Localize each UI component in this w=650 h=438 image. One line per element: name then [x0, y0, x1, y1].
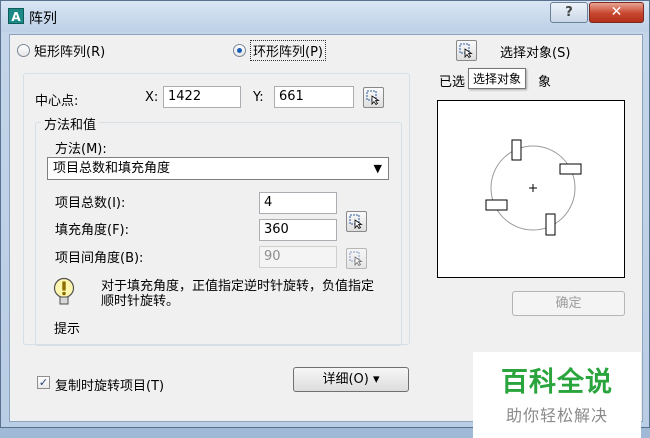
tip-label: 提示 — [54, 322, 81, 337]
select-objects-label: 选择对象(S) — [500, 46, 571, 61]
pick-fill-angle-button[interactable] — [346, 211, 367, 232]
pick-angle-icon — [349, 214, 363, 229]
fill-angle-input[interactable]: 360 — [259, 219, 337, 241]
pick-cursor-icon — [459, 43, 473, 58]
pick-center-point-button[interactable] — [363, 87, 384, 108]
selected-count-prefix: 已选 — [439, 75, 466, 90]
center-y-label: Y: — [253, 90, 264, 105]
close-button[interactable]: ✕ — [589, 2, 644, 23]
autocad-app-icon: A — [8, 8, 24, 24]
total-items-input[interactable]: 4 — [259, 192, 337, 214]
pick-angle-disabled-icon — [349, 251, 363, 266]
tip-text: 对于填充角度，正值指定逆时针旋转，负值指定顺时针旋转。 — [101, 279, 375, 309]
help-button[interactable]: ? — [550, 2, 588, 23]
array-dialog: A 阵列 ? ✕ 矩形阵列(R) 环形阵列(P) 选择对象(S) 已选 象 选择… — [0, 0, 650, 438]
rectangular-array-radio[interactable] — [17, 44, 30, 57]
watermark-sub-text: 助你轻松解决 — [505, 406, 608, 425]
center-x-label: X: — [145, 90, 159, 105]
method-values-group-title: 方法和值 — [41, 114, 100, 133]
total-items-label: 项目总数(I): — [55, 196, 126, 211]
details-button[interactable]: 详细(O) ▾ — [293, 367, 409, 392]
lightbulb-icon — [53, 277, 75, 305]
rotate-items-checkbox[interactable]: ✓ — [37, 376, 50, 389]
window-title: 阵列 — [29, 11, 57, 27]
rotate-items-label[interactable]: 复制时旋转项目(T) — [55, 375, 164, 394]
watermark-logo: 百科全说 助你轻松解决 — [473, 352, 641, 438]
polar-array-label[interactable]: 环形阵列(P) — [250, 40, 326, 61]
polar-array-radio[interactable] — [233, 44, 246, 57]
center-point-label: 中心点: — [35, 94, 79, 109]
dialog-body: 矩形阵列(R) 环形阵列(P) 选择对象(S) 已选 象 选择对象 中心点: X… — [9, 34, 643, 438]
polar-array-preview-graphic — [485, 139, 582, 236]
center-y-input[interactable]: 661 — [274, 86, 354, 108]
item-angle-input: 90 — [259, 246, 337, 268]
ok-button: 确定 — [512, 291, 625, 316]
pick-item-angle-button — [346, 248, 367, 269]
pick-point-icon — [366, 90, 380, 105]
selected-count-suffix: 象 — [538, 75, 552, 90]
center-x-input[interactable]: 1422 — [163, 86, 241, 108]
array-preview-pane — [437, 100, 625, 278]
title-bar[interactable]: A 阵列 ? ✕ — [1, 1, 649, 32]
method-dropdown-value: 项目总数和填充角度 — [53, 161, 171, 176]
rectangular-array-label[interactable]: 矩形阵列(R) — [34, 41, 105, 60]
select-objects-tooltip: 选择对象 — [468, 68, 527, 89]
fill-angle-label: 填充角度(F): — [55, 223, 130, 238]
dropdown-arrow-icon[interactable]: ▼ — [374, 160, 382, 177]
method-dropdown[interactable]: 项目总数和填充角度 ▼ — [47, 157, 389, 180]
watermark-main-text: 百科全说 — [501, 367, 613, 398]
item-angle-label: 项目间角度(B): — [55, 251, 144, 266]
select-objects-button[interactable] — [456, 40, 477, 61]
method-label: 方法(M): — [55, 142, 107, 157]
